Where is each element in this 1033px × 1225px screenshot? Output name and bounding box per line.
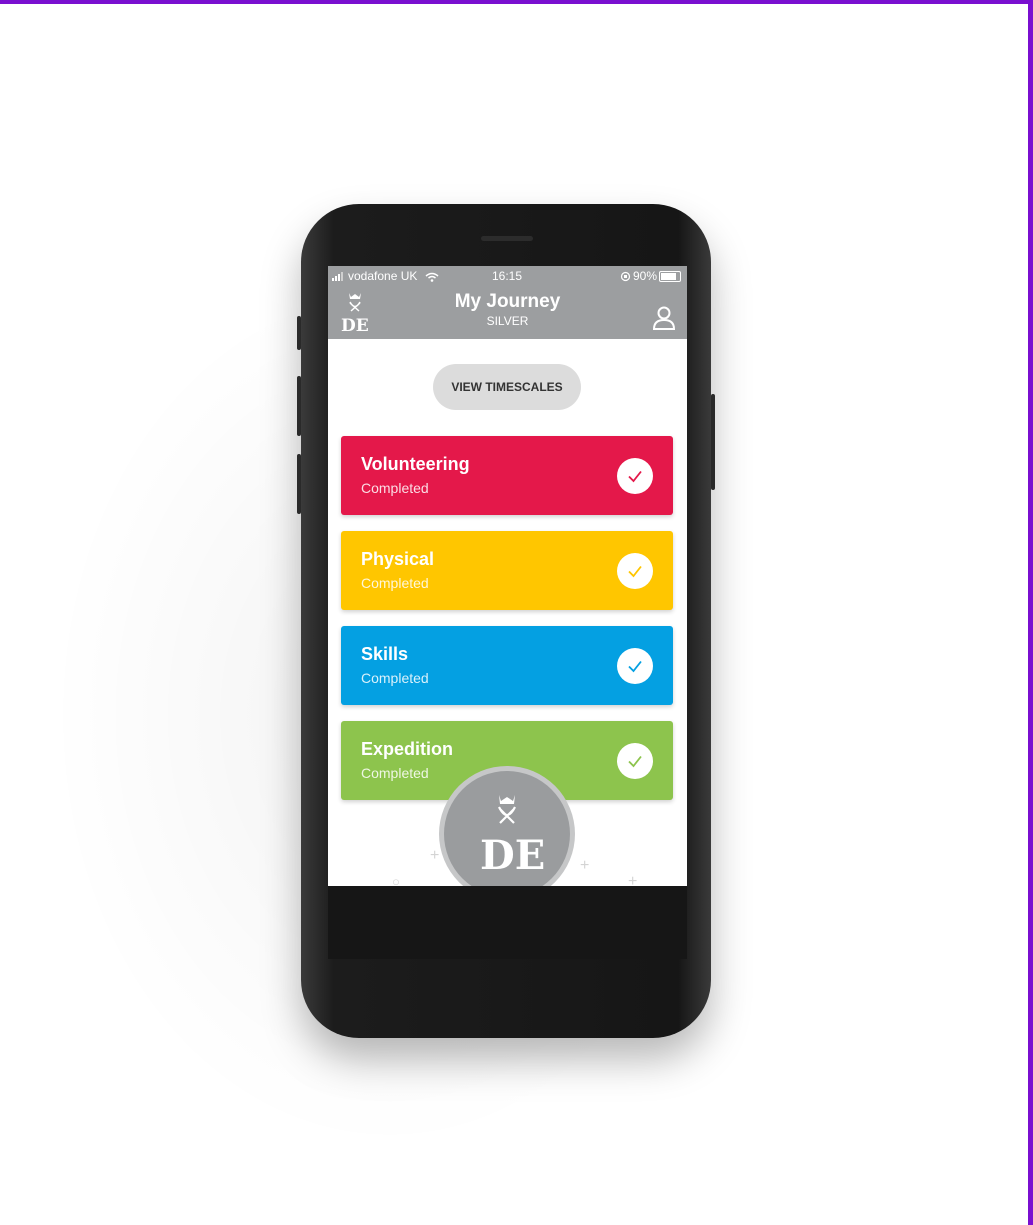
section-status: Completed [361,480,429,496]
checkmark-icon [617,648,653,684]
section-status: Completed [361,765,429,781]
section-card-volunteering[interactable]: Volunteering Completed [341,436,673,515]
status-carrier: vodafone UK [332,269,441,283]
section-title: Expedition [361,739,454,759]
checkmark-icon [617,743,653,779]
orientation-lock-icon [620,272,631,282]
battery-percent: 90% [632,269,657,283]
signal-icon [332,272,343,282]
section-title: Volunteering [361,454,470,474]
phone-bottom-bezel [328,886,687,959]
battery-icon [659,271,681,283]
power-button [711,394,715,490]
checkmark-icon [617,553,653,589]
section-status: Completed [361,670,429,686]
carrier-label: vodafone UK [348,269,418,283]
page-title: My Journey [454,291,561,312]
phone-mockup: vodafone UK 16:15 90% DE My Journey SILV… [297,204,715,1038]
decoration-plus: + [580,857,590,874]
status-battery: 90% [620,269,681,283]
wifi-icon [425,272,439,282]
section-title: Physical [361,549,435,569]
right-border [1028,0,1033,1225]
section-title: Skills [361,644,409,664]
volume-up-button [297,376,301,436]
app-header: vodafone UK 16:15 90% DE My Journey SILV… [328,266,687,339]
section-card-skills[interactable]: Skills Completed [341,626,673,705]
section-card-physical[interactable]: Physical Completed [341,531,673,610]
award-level: SILVER [486,314,529,328]
status-time: 16:15 [492,269,523,283]
top-border [0,0,1033,4]
section-status: Completed [361,575,429,591]
view-timescales-button[interactable]: VIEW TIMESCALES [433,364,581,410]
volume-down-button [297,454,301,514]
dofe-award-badge-icon: DE [444,771,570,897]
svg-text:DE: DE [480,832,545,879]
user-profile-icon[interactable] [651,305,677,331]
mute-switch [297,316,301,350]
decoration-plus: + [430,847,440,864]
earpiece-speaker [481,236,533,241]
app-screen: vodafone UK 16:15 90% DE My Journey SILV… [328,266,687,959]
checkmark-icon [617,458,653,494]
